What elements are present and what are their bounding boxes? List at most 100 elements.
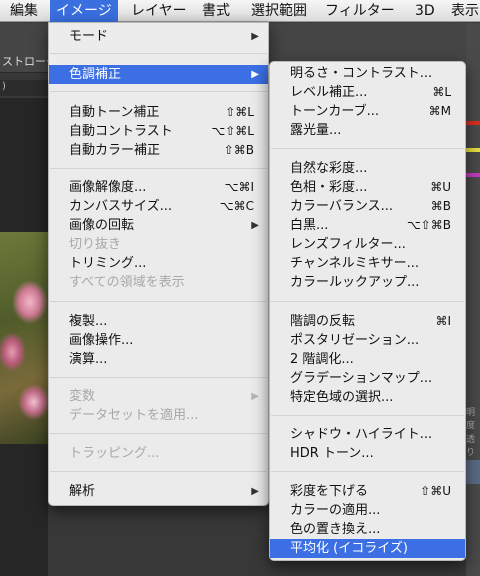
menu-item-label: データセットを適用... (69, 408, 199, 423)
menu-item-vibrance[interactable]: 自然な彩度... (270, 159, 465, 178)
menu-item-replace-color[interactable]: 色の置き換え... (270, 520, 465, 539)
menu-item-label: 彩度を下げる (290, 484, 369, 499)
right-panel-label: 明度 (466, 408, 476, 431)
menu-item-threshold[interactable]: 2 階調化... (270, 350, 465, 369)
menu-item-label: カンバスサイズ... (69, 199, 173, 214)
menu-item-auto-contrast[interactable]: 自動コントラスト ⌥⇧⌘L (49, 122, 268, 141)
menu-item-crop[interactable]: 切り抜き (49, 235, 268, 254)
menu-item-label: カラーの適用... (290, 503, 381, 518)
menu-item-channel-mixer[interactable]: チャンネルミキサー... (270, 254, 465, 273)
menubar-item-3d[interactable]: 3D (409, 0, 441, 22)
menu-item-variables[interactable]: 変数 ▶ (49, 387, 268, 406)
menu-item-label: グラデーションマップ... (290, 371, 433, 386)
document-tab[interactable] (0, 80, 48, 96)
menu-separator (50, 91, 267, 92)
menu-item-label: 色調補正 (69, 67, 122, 82)
right-panel (466, 23, 480, 576)
menu-item-shortcut: ⌘U (430, 180, 451, 194)
menu-item-shortcut: ⌥⌘I (224, 180, 254, 194)
menu-item-label: トーンカーブ... (290, 104, 379, 119)
menu-item-shadows-highlights[interactable]: シャドウ・ハイライト... (270, 425, 465, 444)
menu-item-image-rotation[interactable]: 画像の回転 ▶ (49, 216, 268, 235)
menu-item-desaturate[interactable]: 彩度を下げる ⇧⌘U (270, 482, 465, 501)
menu-item-hue-saturation[interactable]: 色相・彩度... ⌘U (270, 178, 465, 197)
menu-separator (50, 471, 267, 472)
menu-item-label: トリミング... (69, 256, 147, 271)
menu-item-analysis[interactable]: 解析 ▶ (49, 482, 268, 501)
menu-item-label: 色相・彩度... (290, 180, 368, 195)
menu-item-label: ポスタリゼーション... (290, 333, 420, 348)
menu-item-color-lookup[interactable]: カラールックアップ... (270, 273, 465, 292)
menubar-item-edit[interactable]: 編集 (4, 0, 44, 22)
right-panel-field[interactable] (466, 460, 480, 484)
menu-item-match-color[interactable]: カラーの適用... (270, 501, 465, 520)
menu-separator (50, 168, 267, 169)
menu-item-duplicate[interactable]: 複製... (49, 312, 268, 331)
menubar-item-view[interactable]: 表示 (445, 0, 480, 22)
color-swatch-magenta (466, 173, 480, 177)
menu-item-label: トラッピング... (69, 446, 160, 461)
menu-item-shortcut: ⌘B (430, 199, 451, 213)
menubar-item-filter[interactable]: フィルター (319, 0, 401, 22)
right-panel-label: 透り (466, 435, 476, 458)
submenu-arrow-icon: ▶ (251, 220, 259, 231)
menu-item-auto-tone[interactable]: 自動トーン補正 ⇧⌘L (49, 103, 268, 122)
menu-item-label: 変数 (69, 389, 96, 404)
menu-item-label: 特定色域の選択... (290, 390, 394, 405)
color-swatch-red (466, 121, 480, 125)
menu-item-black-white[interactable]: 白黒... ⌥⇧⌘B (270, 216, 465, 235)
menu-item-label: 画像操作... (69, 333, 134, 348)
menu-separator (271, 301, 464, 302)
menu-item-adjustments[interactable]: 色調補正 ▶ (49, 65, 268, 84)
menu-item-label: 演算... (69, 352, 108, 367)
menu-item-shortcut: ⌘L (432, 85, 451, 99)
menu-item-curves[interactable]: トーンカーブ... ⌘M (270, 102, 465, 121)
menu-item-trap[interactable]: トラッピング... (49, 444, 268, 463)
menu-item-apply-image[interactable]: 画像操作... (49, 331, 268, 350)
menu-item-label: 自動コントラスト (69, 124, 173, 139)
menubar-item-layer[interactable]: レイヤー (125, 0, 193, 22)
menubar-item-image[interactable]: イメージ (50, 0, 118, 22)
menubar-item-type[interactable]: 書式 (196, 0, 236, 22)
menu-item-label: 色の置き換え... (290, 522, 381, 537)
menu-item-color-balance[interactable]: カラーバランス... ⌘B (270, 197, 465, 216)
menu-item-canvas-size[interactable]: カンバスサイズ... ⌥⌘C (49, 197, 268, 216)
menu-item-mode[interactable]: モード ▶ (49, 27, 268, 46)
menu-item-image-size[interactable]: 画像解像度... ⌥⌘I (49, 178, 268, 197)
menu-item-shortcut: ⌥⌘C (219, 199, 254, 213)
menu-item-brightness-contrast[interactable]: 明るさ・コントラスト... (270, 64, 465, 83)
menu-separator (271, 415, 464, 416)
menu-item-selective-color[interactable]: 特定色域の選択... (270, 388, 465, 407)
submenu-arrow-icon: ▶ (251, 69, 259, 80)
menubar-item-select[interactable]: 選択範囲 (245, 0, 313, 22)
menu-item-label: 平均化 (イコライズ) (290, 541, 408, 556)
menu-item-label: HDR トーン... (290, 446, 374, 461)
adjustments-submenu: 明るさ・コントラスト... レベル補正... ⌘L トーンカーブ... ⌘M 露… (269, 61, 466, 561)
menu-item-invert[interactable]: 階調の反転 ⌘I (270, 312, 465, 331)
menu-item-trim[interactable]: トリミング... (49, 254, 268, 273)
menu-item-gradient-map[interactable]: グラデーションマップ... (270, 369, 465, 388)
menu-item-equalize[interactable]: 平均化 (イコライズ) (270, 539, 465, 558)
menu-item-label: レンズフィルター... (290, 237, 406, 252)
menu-separator (50, 433, 267, 434)
menu-item-label: 自然な彩度... (290, 161, 368, 176)
menu-item-calculations[interactable]: 演算... (49, 350, 268, 369)
menu-item-label: 露光量... (290, 123, 342, 138)
menu-item-apply-data-set[interactable]: データセットを適用... (49, 406, 268, 425)
menu-item-auto-color[interactable]: 自動カラー補正 ⇧⌘B (49, 141, 268, 160)
menu-separator (50, 377, 267, 378)
menu-separator (271, 471, 464, 472)
menu-item-label: 複製... (69, 314, 108, 329)
image-menu: モード ▶ 色調補正 ▶ 自動トーン補正 ⇧⌘L 自動コントラスト ⌥⇧⌘L 自… (48, 22, 269, 506)
menu-item-label: 白黒... (290, 218, 329, 233)
menu-item-reveal-all[interactable]: すべての領域を表示 (49, 273, 268, 292)
menu-item-posterize[interactable]: ポスタリゼーション... (270, 331, 465, 350)
menu-item-label: カラーバランス... (290, 199, 394, 214)
menu-item-hdr-toning[interactable]: HDR トーン... (270, 444, 465, 463)
menu-item-exposure[interactable]: 露光量... (270, 121, 465, 140)
menu-item-shortcut: ⌥⇧⌘L (211, 124, 254, 138)
menu-item-levels[interactable]: レベル補正... ⌘L (270, 83, 465, 102)
menu-item-photo-filter[interactable]: レンズフィルター... (270, 235, 465, 254)
menu-item-label: 画像の回転 (69, 218, 135, 233)
menu-item-label: モード (69, 29, 109, 44)
